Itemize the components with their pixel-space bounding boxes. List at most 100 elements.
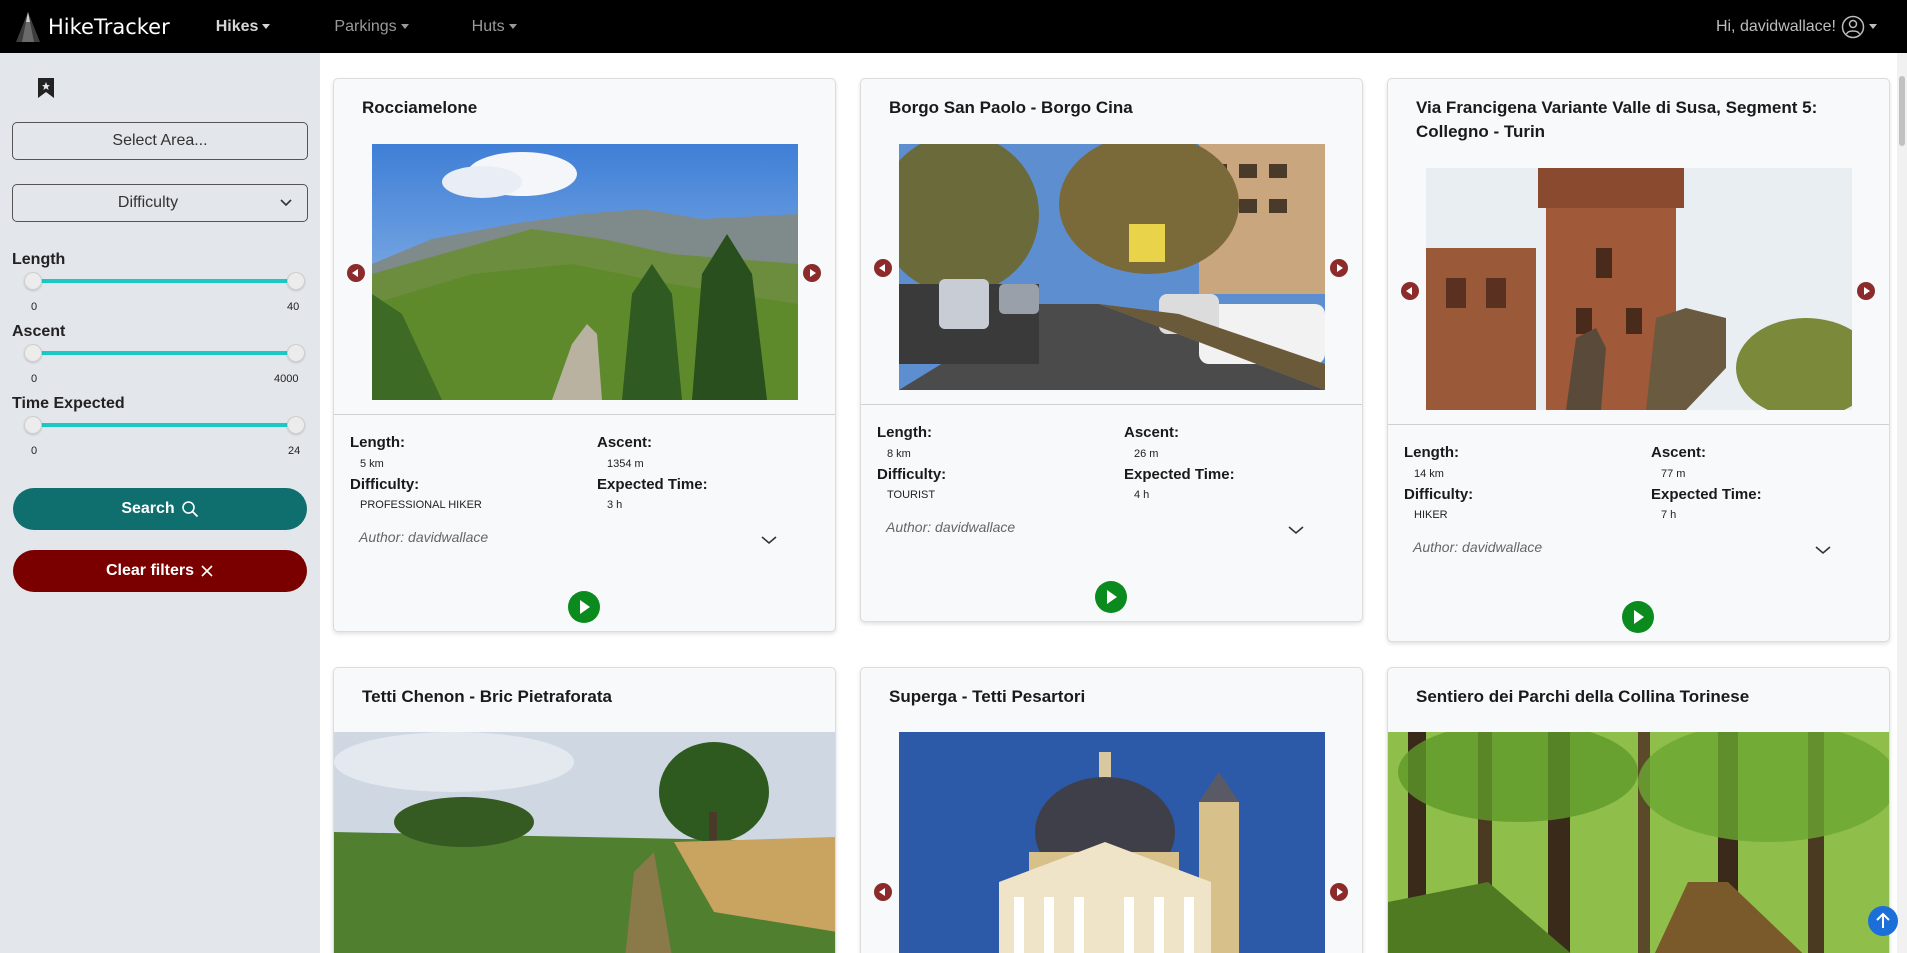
hike-photo[interactable] xyxy=(1388,732,1889,953)
chevron-left-icon[interactable] xyxy=(1401,282,1419,300)
nav-huts-label: Huts xyxy=(471,17,505,35)
nav-parkings-dropdown[interactable]: Parkings xyxy=(334,18,409,36)
chevron-right-icon[interactable] xyxy=(1857,282,1875,300)
chevron-left-icon[interactable] xyxy=(874,883,892,901)
hike-card: Rocciamelone Length: 5 km Ascent: 1354 m… xyxy=(333,78,836,632)
ascent-value: 1354 m xyxy=(607,458,644,470)
brand-name: HikeTracker xyxy=(48,14,170,39)
play-icon[interactable] xyxy=(1622,601,1654,633)
expected-time-value: 4 h xyxy=(1134,489,1150,501)
expected-time-value: 7 h xyxy=(1661,509,1677,521)
ascent-slider-max-handle[interactable] xyxy=(287,344,305,362)
hike-card: Superga - Tetti Pesartori xyxy=(860,667,1363,953)
length-slider-max-handle[interactable] xyxy=(287,272,305,290)
hike-title: Tetti Chenon - Bric Pietraforata xyxy=(362,687,612,706)
bookmark-icon[interactable] xyxy=(37,77,55,99)
hike-photo[interactable] xyxy=(899,144,1325,390)
length-slider-track[interactable] xyxy=(32,279,296,283)
search-button-label: Search xyxy=(121,500,175,517)
time-slider-track[interactable] xyxy=(32,423,296,427)
ascent-slider-min-handle[interactable] xyxy=(24,344,42,362)
chevron-right-icon[interactable] xyxy=(1330,883,1348,901)
chevron-left-icon[interactable] xyxy=(347,264,365,282)
author-label: Author: davidwallace xyxy=(359,529,489,545)
clear-filters-button[interactable]: Clear filters xyxy=(13,550,307,592)
play-icon[interactable] xyxy=(568,591,600,623)
caret-down-icon xyxy=(400,24,409,29)
ascent-label: Ascent: xyxy=(597,434,653,451)
nav-hikes-dropdown[interactable]: Hikes xyxy=(216,18,271,36)
caret-down-icon xyxy=(262,24,271,29)
basilica-image xyxy=(899,732,1325,953)
chevron-down-icon[interactable] xyxy=(761,535,777,545)
brand[interactable]: HikeTracker xyxy=(14,10,170,44)
length-filter-label: Length xyxy=(12,251,66,268)
time-filter-label: Time Expected xyxy=(12,395,125,412)
expected-time-value: 3 h xyxy=(607,499,623,511)
scroll-to-top-button[interactable] xyxy=(1868,906,1898,936)
hike-title-line-1: Via Francigena Variante Valle di Susa, S… xyxy=(1416,98,1818,117)
hike-title-line-2: Collegno - Turin xyxy=(1416,122,1546,141)
hike-title: Borgo San Paolo - Borgo Cina xyxy=(889,98,1133,117)
author-label: Author: davidwallace xyxy=(1413,539,1543,555)
nav-huts-dropdown[interactable]: Huts xyxy=(472,18,517,36)
time-min-value: 0 xyxy=(31,445,38,457)
time-slider-min-handle[interactable] xyxy=(24,416,42,434)
clear-filters-label: Clear filters xyxy=(105,562,195,579)
ascent-max-value: 4000 xyxy=(274,373,299,385)
caret-down-icon xyxy=(1869,24,1877,29)
chevron-right-icon[interactable] xyxy=(1330,259,1348,277)
hike-card: Borgo San Paolo - Borgo Cina Length: 8 k… xyxy=(860,78,1363,622)
hike-card: Tetti Chenon - Bric Pietraforata xyxy=(333,667,836,953)
length-min-value: 0 xyxy=(31,301,38,313)
scrollbar-thumb[interactable] xyxy=(1899,76,1905,146)
time-slider-max-handle[interactable] xyxy=(287,416,305,434)
difficulty-label: Difficulty: xyxy=(350,476,420,493)
ascent-min-value: 0 xyxy=(31,373,38,385)
chevron-right-icon[interactable] xyxy=(803,264,821,282)
search-button[interactable]: Search xyxy=(13,488,307,530)
difficulty-label: Difficulty: xyxy=(1404,486,1474,503)
card-divider xyxy=(334,414,835,415)
length-value: 8 km xyxy=(887,448,911,460)
mountain-logo-icon xyxy=(16,11,40,42)
select-area-button[interactable]: Select Area... xyxy=(12,122,308,160)
hike-photo[interactable] xyxy=(899,732,1325,953)
filter-sidebar: Select Area... Difficulty Length 0 40 As… xyxy=(0,53,320,953)
hike-photo[interactable] xyxy=(372,144,798,400)
chevron-down-icon[interactable] xyxy=(1288,525,1304,535)
close-icon xyxy=(201,565,213,577)
user-greeting: Hi, davidwallace! xyxy=(1715,17,1836,35)
hike-title: Via Francigena Variante Valle di Susa, S… xyxy=(1416,96,1817,144)
hike-photo[interactable] xyxy=(1426,168,1852,410)
author-label: Author: davidwallace xyxy=(886,519,1016,535)
user-menu[interactable]: Hi, davidwallace! xyxy=(1716,0,1877,53)
difficulty-label: Difficulty: xyxy=(877,466,947,483)
difficulty-value: HIKER xyxy=(1414,509,1448,521)
chevron-left-icon[interactable] xyxy=(874,259,892,277)
expected-time-label: Expected Time: xyxy=(1124,466,1235,483)
page-scrollbar[interactable] xyxy=(1897,53,1907,953)
hike-photo[interactable] xyxy=(334,732,835,953)
forest-path-image xyxy=(1388,732,1889,953)
ascent-value: 26 m xyxy=(1134,448,1159,460)
ascent-slider-track[interactable] xyxy=(32,351,296,355)
difficulty-select[interactable]: Difficulty xyxy=(12,184,308,222)
select-area-label: Select Area... xyxy=(112,132,208,149)
play-icon[interactable] xyxy=(1095,581,1127,613)
chevron-down-icon[interactable] xyxy=(1815,545,1831,555)
length-value: 14 km xyxy=(1414,468,1444,480)
difficulty-value: PROFESSIONAL HIKER xyxy=(360,499,482,511)
hike-title: Rocciamelone xyxy=(362,98,478,117)
chevron-down-icon xyxy=(280,199,292,207)
expected-time-label: Expected Time: xyxy=(1651,486,1762,503)
castle-tower-image xyxy=(1426,168,1852,410)
top-navbar: HikeTracker Hikes Parkings Huts Hi, davi… xyxy=(0,0,1907,53)
caret-down-icon xyxy=(508,24,517,29)
search-icon xyxy=(181,501,198,518)
length-slider-min-handle[interactable] xyxy=(24,272,42,290)
hike-card: Sentiero dei Parchi della Collina Torine… xyxy=(1387,667,1890,953)
length-value: 5 km xyxy=(360,458,384,470)
length-label: Length: xyxy=(350,434,405,451)
hike-title: Superga - Tetti Pesartori xyxy=(889,687,1086,706)
